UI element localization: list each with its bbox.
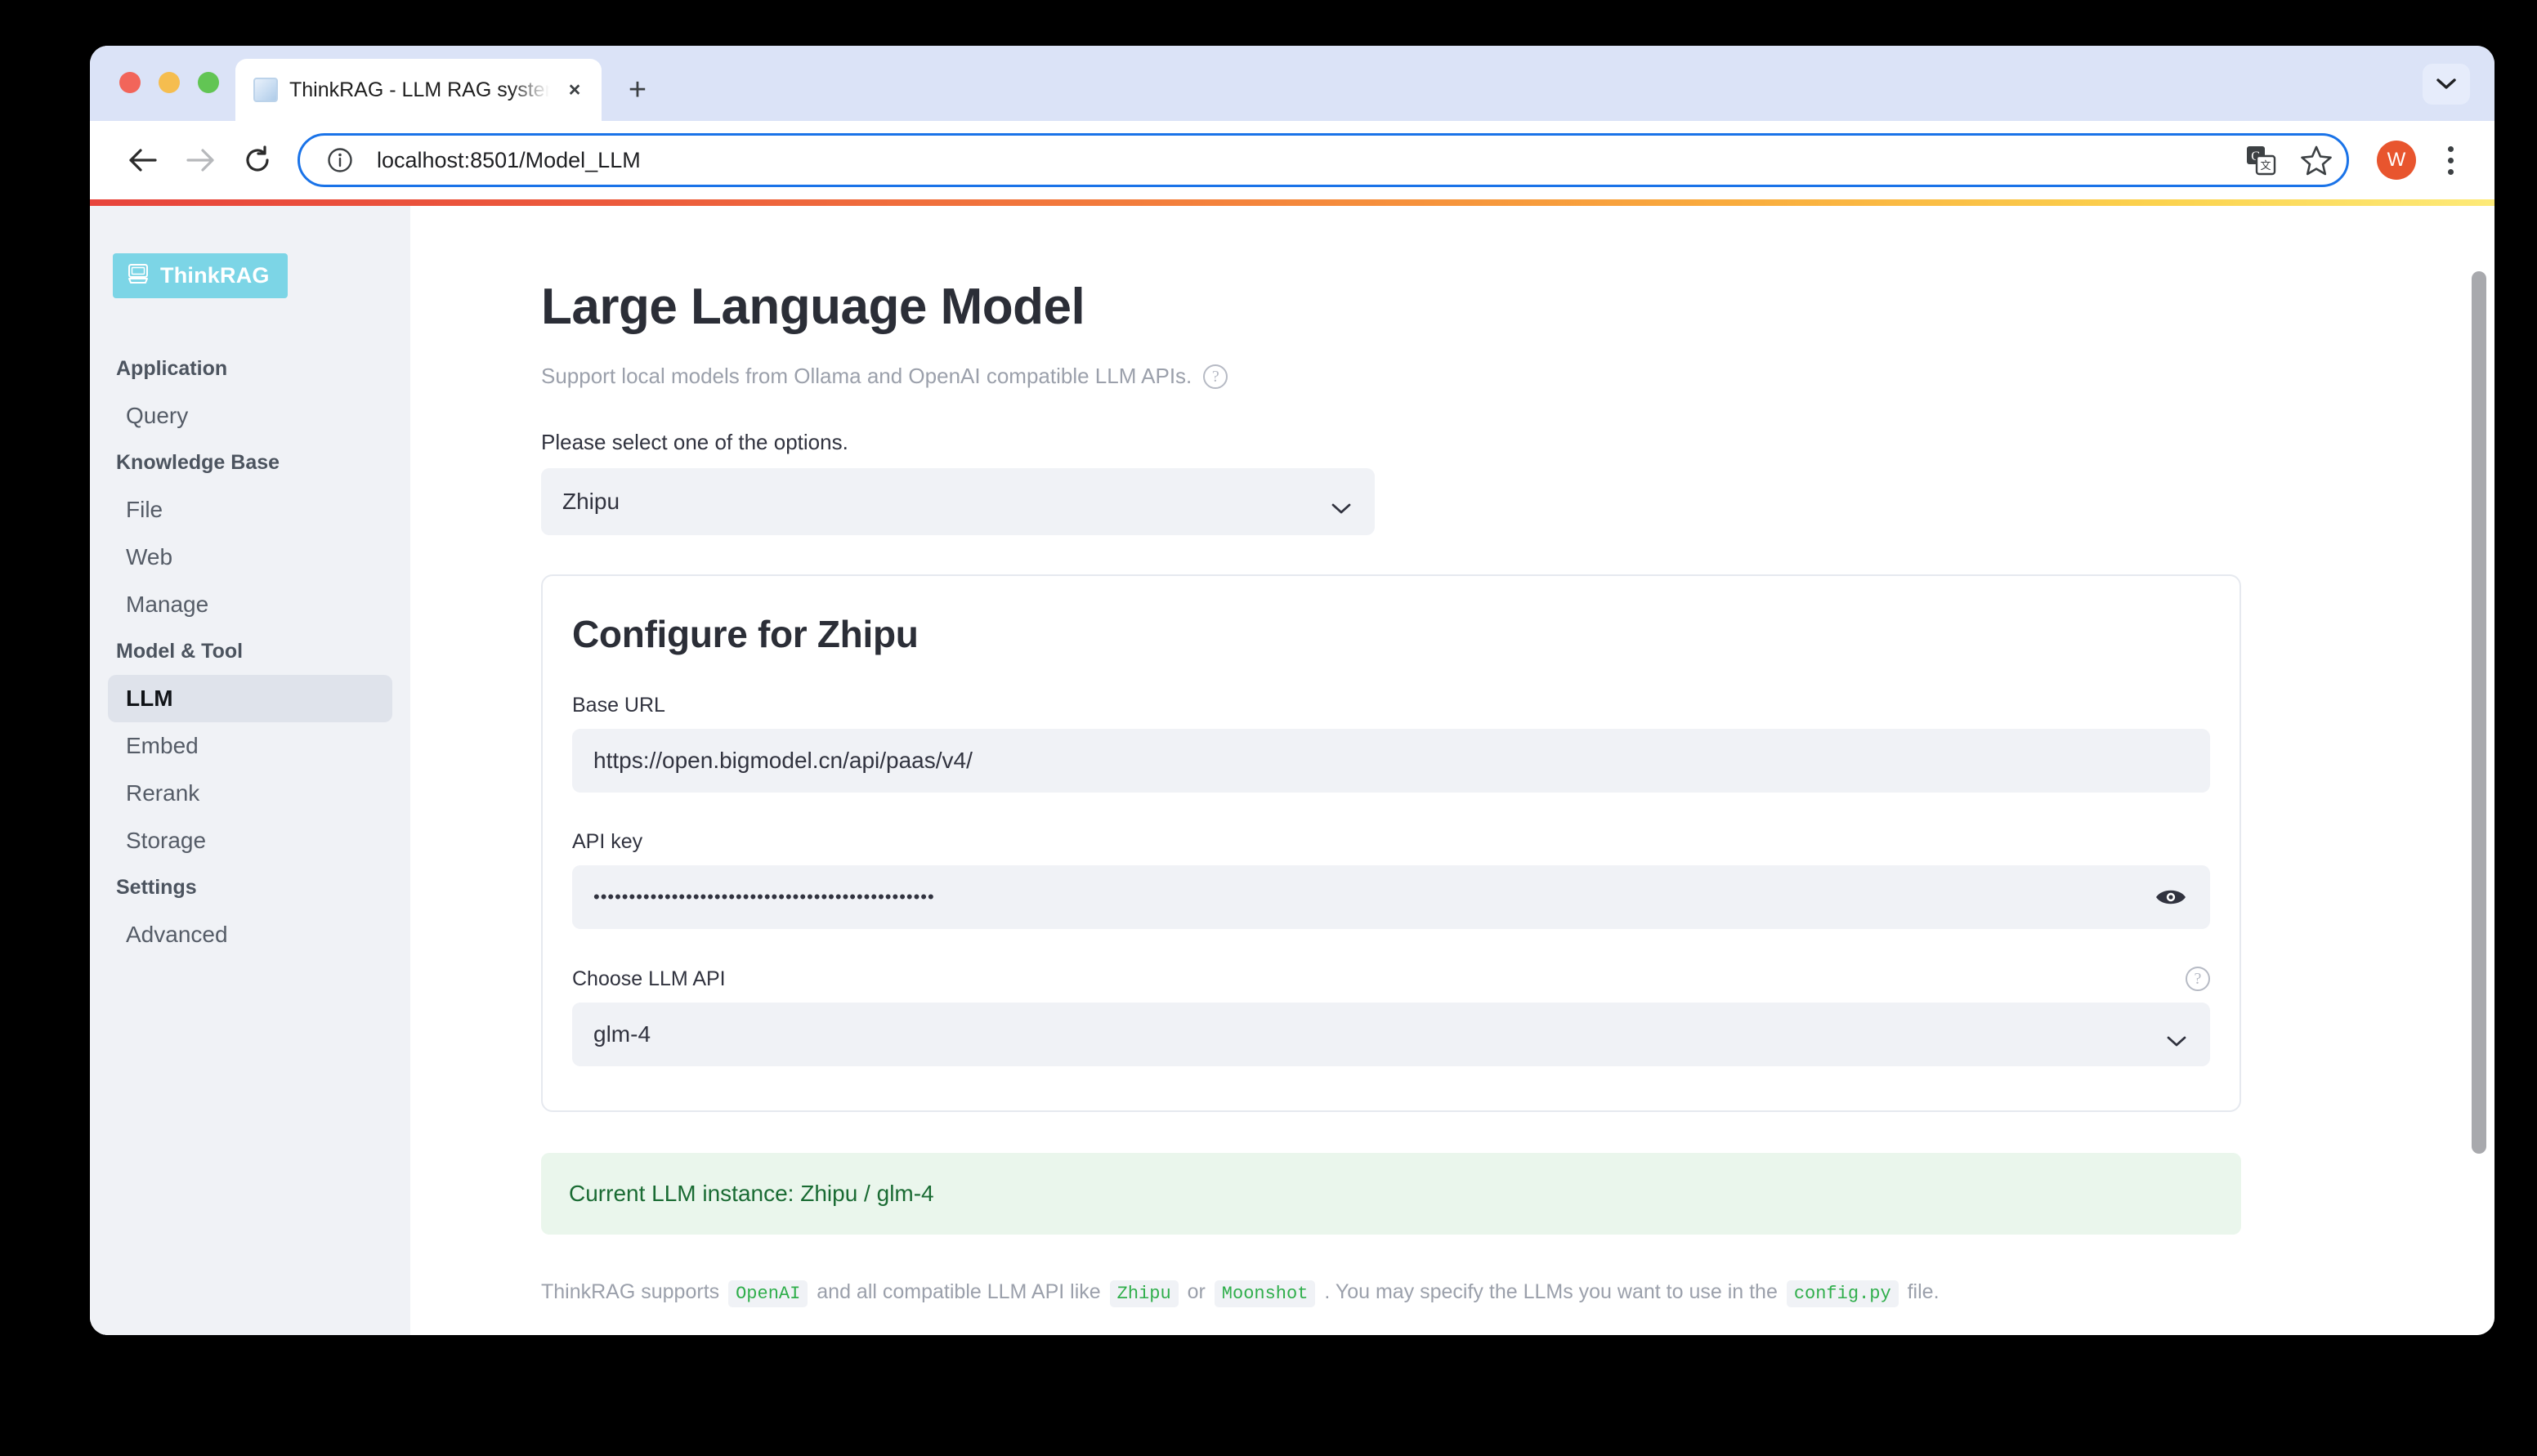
footnote-code-moonshot: Moonshot: [1214, 1280, 1316, 1307]
new-tab-button[interactable]: +: [615, 67, 660, 113]
llm-api-select[interactable]: glm-4: [572, 1003, 2210, 1066]
card-title: Configure for Zhipu: [572, 613, 919, 655]
footnote-part3: or: [1187, 1280, 1206, 1303]
page-subtitle-text: Support local models from Ollama and Ope…: [541, 364, 1192, 388]
footnote-code-zhipu: Zhipu: [1109, 1280, 1179, 1307]
sidebar-group-settings: Settings: [116, 876, 197, 899]
computer-icon: [126, 261, 150, 290]
chevron-down-icon: [1331, 495, 1352, 514]
page-subtitle: Support local models from Ollama and Ope…: [541, 364, 2494, 389]
footnote-part2: and all compatible LLM API like: [817, 1280, 1101, 1303]
sidebar-item-rerank[interactable]: Rerank: [108, 770, 392, 817]
sidebar-item-embed[interactable]: Embed: [108, 722, 392, 770]
sidebar-item-web[interactable]: Web: [108, 534, 392, 581]
base-url-value: https://open.bigmodel.cn/api/paas/v4/: [593, 748, 973, 773]
address-bar[interactable]: localhost:8501/Model_LLM G 文: [298, 133, 2349, 187]
info-circle-icon[interactable]: [321, 141, 359, 179]
base-url-input[interactable]: https://open.bigmodel.cn/api/paas/v4/: [572, 729, 2210, 793]
minimize-window-button[interactable]: [159, 72, 180, 93]
footnote-code-configpy: config.py: [1786, 1280, 1899, 1307]
eye-icon[interactable]: [2153, 879, 2189, 915]
footnote-part5: file.: [1907, 1280, 1940, 1303]
browser-tab[interactable]: ThinkRAG - LLM RAG system ×: [235, 59, 602, 121]
browser-tab-strip: ThinkRAG - LLM RAG system × +: [90, 46, 2494, 121]
sidebar-nav: Application Query Knowledge Base File Web Man…: [90, 346, 410, 958]
chevron-down-icon[interactable]: [2423, 64, 2470, 105]
base-url-input-wrap: https://open.bigmodel.cn/api/paas/v4/: [572, 729, 2210, 793]
page-body: ThinkRAG Application Query Knowledge Base F…: [90, 199, 2494, 1335]
help-circle-icon[interactable]: ?: [1203, 364, 1228, 389]
browser-toolbar: localhost:8501/Model_LLM G 文 W: [90, 121, 2494, 199]
api-key-input-wrap: ••••••••••••••••••••••••••••••••••••••••…: [572, 865, 2210, 929]
back-icon[interactable]: [114, 132, 172, 189]
app-logo-text: ThinkRAG: [160, 263, 270, 288]
provider-select-label: Please select one of the options.: [541, 430, 848, 454]
sidebar-group-knowledge-base: Knowledge Base: [116, 451, 280, 474]
app-logo[interactable]: ThinkRAG: [113, 253, 288, 298]
sidebar: ThinkRAG Application Query Knowledge Base F…: [90, 199, 410, 1335]
footnote: ThinkRAG supports OpenAI and all compati…: [541, 1277, 2241, 1308]
api-key-input[interactable]: ••••••••••••••••••••••••••••••••••••••••…: [572, 865, 2210, 929]
base-url-label: Base URL: [572, 694, 665, 717]
browser-tab-title: ThinkRAG - LLM RAG system: [289, 78, 549, 101]
avatar[interactable]: W: [2377, 141, 2416, 180]
chevron-down-icon: [2166, 1028, 2187, 1047]
reload-icon[interactable]: [229, 132, 286, 189]
star-icon[interactable]: [2298, 141, 2335, 179]
sidebar-item-storage[interactable]: Storage: [108, 817, 392, 864]
footnote-code-openai: OpenAI: [728, 1280, 808, 1307]
llm-api-label-row: Choose LLM API ?: [572, 967, 2210, 991]
sidebar-item-advanced[interactable]: Advanced: [108, 911, 392, 958]
page-title: Large Language Model: [541, 279, 1085, 335]
window-traffic-lights: [119, 72, 219, 93]
vertical-scrollbar[interactable]: [2472, 271, 2486, 1154]
provider-config-card: Configure for Zhipu Base URL https://ope…: [541, 574, 2241, 1112]
streamlit-accent-bar: [90, 199, 2494, 206]
llm-api-select-wrap: glm-4: [572, 1003, 2210, 1066]
provider-select[interactable]: Zhipu: [541, 468, 1375, 535]
kebab-menu-icon[interactable]: [2427, 137, 2473, 183]
sidebar-item-llm[interactable]: LLM: [108, 675, 392, 722]
status-badge: Current LLM instance: Zhipu / glm-4: [541, 1153, 2241, 1235]
provider-select-value: Zhipu: [562, 489, 620, 514]
footnote-part1: ThinkRAG supports: [541, 1280, 720, 1303]
browser-window: ThinkRAG - LLM RAG system × + localhost:…: [90, 46, 2494, 1335]
close-icon[interactable]: ×: [561, 76, 588, 104]
translate-icon[interactable]: G 文: [2242, 141, 2280, 179]
footnote-part4: . You may specify the LLMs you want to u…: [1324, 1280, 1778, 1303]
llm-api-label: Choose LLM API: [572, 967, 726, 990]
api-key-value: ••••••••••••••••••••••••••••••••••••••••…: [593, 887, 935, 907]
help-circle-icon[interactable]: ?: [2186, 967, 2210, 991]
forward-icon[interactable]: [172, 132, 229, 189]
address-bar-url[interactable]: localhost:8501/Model_LLM: [377, 148, 2224, 173]
close-window-button[interactable]: [119, 72, 141, 93]
api-key-label: API key: [572, 830, 643, 853]
llm-api-value: glm-4: [593, 1021, 651, 1047]
main-content: Large Language Model Support local model…: [410, 199, 2494, 1335]
sidebar-item-query[interactable]: Query: [108, 392, 392, 440]
maximize-window-button[interactable]: [198, 72, 219, 93]
svg-text:文: 文: [2260, 159, 2271, 172]
sidebar-group-model-tool: Model & Tool: [116, 640, 244, 663]
sidebar-group-application: Application: [116, 357, 228, 380]
sidebar-item-manage[interactable]: Manage: [108, 581, 392, 628]
sidebar-item-file[interactable]: File: [108, 486, 392, 534]
cube-icon: [253, 78, 278, 102]
